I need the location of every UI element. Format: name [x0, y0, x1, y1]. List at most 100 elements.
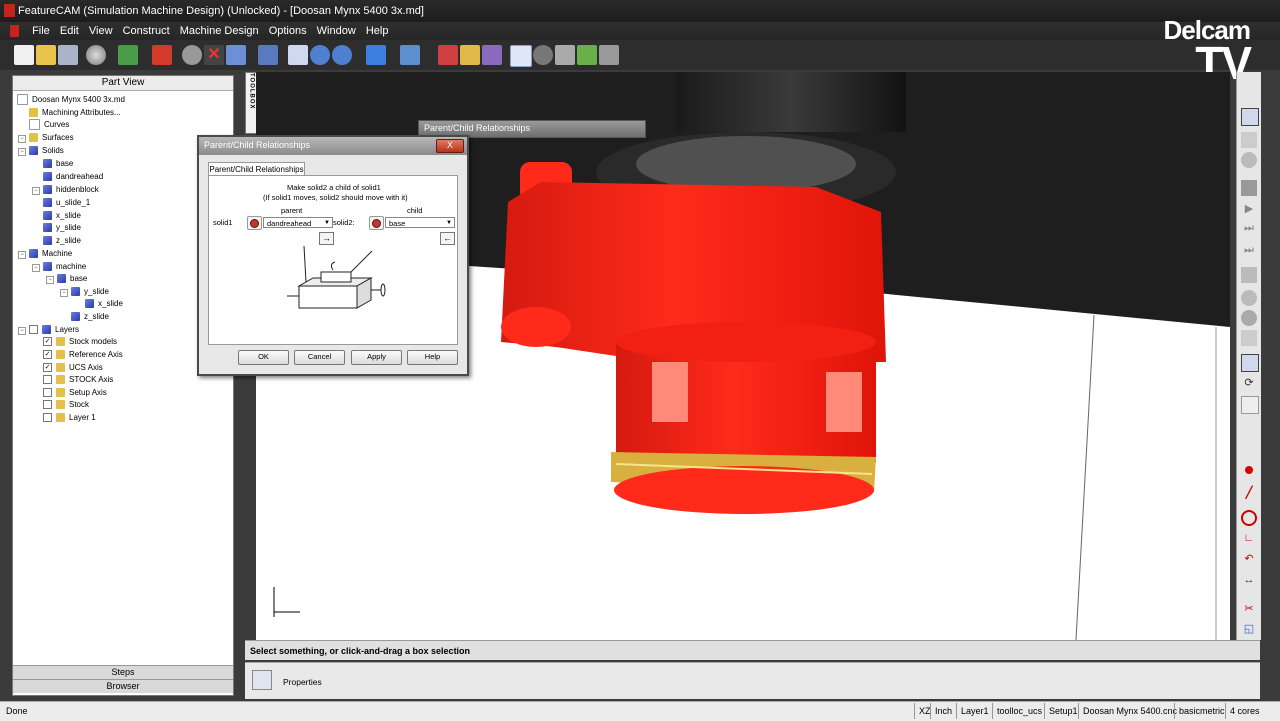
status-units[interactable]: Inch — [930, 703, 956, 719]
settings-icon[interactable] — [1241, 267, 1257, 283]
toolpath-icon[interactable] — [482, 45, 502, 65]
menu-construct[interactable]: Construct — [123, 25, 170, 37]
machine-icon[interactable] — [555, 45, 575, 65]
tree-item[interactable]: y_slide — [43, 222, 81, 234]
redo-icon[interactable] — [258, 45, 278, 65]
dimension-icon[interactable]: ↔ — [1241, 574, 1257, 590]
status-layer[interactable]: Layer1 — [956, 703, 993, 719]
tree-item[interactable]: z_slide — [71, 311, 109, 323]
arrow-right-icon[interactable]: → — [319, 232, 334, 245]
new-file-icon[interactable] — [14, 45, 34, 65]
arrow-left-icon[interactable]: ← — [440, 232, 455, 245]
menu-view[interactable]: View — [89, 25, 113, 37]
rotate-icon[interactable] — [533, 45, 553, 65]
play-icon[interactable]: ▶ — [1241, 202, 1257, 218]
circle-icon[interactable] — [1241, 510, 1257, 526]
rotate-view-icon[interactable] — [1241, 310, 1257, 326]
layer-visibility-checkbox[interactable]: ✓ — [43, 350, 52, 360]
tree-item[interactable]: − Layers — [18, 324, 79, 336]
tree-item[interactable]: − Solids — [18, 145, 64, 157]
trim-icon[interactable]: ✂ — [1241, 602, 1257, 618]
menu-machine-design[interactable]: Machine Design — [180, 25, 259, 37]
status-ucs[interactable]: toolloc_ucs — [992, 703, 1046, 719]
end-icon[interactable]: ⏭ — [1241, 244, 1257, 260]
solid1-dropdown[interactable]: dandreahead ▼ — [263, 217, 333, 228]
layer-visibility-checkbox[interactable] — [43, 400, 52, 410]
tree-item[interactable]: ✓ Stock models — [43, 336, 117, 348]
stock-icon[interactable] — [152, 45, 172, 65]
expand-toggle-icon[interactable]: − — [18, 327, 26, 335]
menu-edit[interactable]: Edit — [60, 25, 79, 37]
shade-icon[interactable] — [1241, 290, 1257, 306]
status-tooldb[interactable]: basicmetric — [1174, 703, 1229, 719]
tree-item[interactable]: Stock — [43, 399, 89, 411]
status-post[interactable]: Doosan Mynx 5400.cnc — [1078, 703, 1181, 719]
steps-tab[interactable]: Steps — [13, 665, 233, 679]
delete-icon[interactable]: ✕ — [204, 45, 224, 65]
point-icon[interactable] — [1245, 466, 1253, 474]
tree-item[interactable]: − Surfaces — [18, 132, 74, 144]
wizard-icon[interactable] — [118, 45, 138, 65]
tree-item[interactable]: − hiddenblock — [32, 184, 99, 196]
tree-item[interactable]: z_slide — [43, 235, 81, 247]
tree-item[interactable]: u_slide_1 — [43, 197, 90, 209]
tree-item[interactable]: dandreahead — [43, 171, 103, 183]
expand-toggle-icon[interactable]: − — [46, 276, 54, 284]
expand-toggle-icon[interactable]: − — [32, 187, 40, 195]
save-icon[interactable] — [58, 45, 78, 65]
simulate-icon[interactable] — [182, 45, 202, 65]
line-icon[interactable]: ╱ — [1241, 486, 1257, 502]
status-setup[interactable]: Setup1 — [1044, 703, 1082, 719]
view-front-icon[interactable] — [1241, 132, 1257, 148]
tree-item[interactable]: Doosan Mynx 5400 3x.md — [17, 94, 125, 106]
layer-visibility-checkbox[interactable]: ✓ — [43, 363, 52, 373]
view-iso-icon[interactable] — [1241, 152, 1257, 168]
dialog-title[interactable]: Parent/Child Relationships — [199, 137, 467, 155]
layer-visibility-checkbox[interactable] — [29, 325, 38, 335]
expand-toggle-icon[interactable]: − — [60, 289, 68, 297]
intersect-icon[interactable] — [400, 45, 420, 65]
ucs-icon[interactable] — [1241, 396, 1259, 414]
layer-visibility-checkbox[interactable]: ✓ — [43, 337, 52, 347]
expand-toggle-icon[interactable]: − — [18, 135, 26, 143]
tree-item[interactable]: x_slide — [43, 210, 81, 222]
menu-window[interactable]: Window — [317, 25, 356, 37]
snap-icon[interactable] — [366, 45, 386, 65]
corner-icon[interactable]: ∟ — [1241, 532, 1257, 548]
edit-icon[interactable] — [1241, 354, 1259, 372]
tree-item[interactable]: − y_slide — [60, 286, 109, 298]
browser-tab[interactable]: Browser — [13, 679, 233, 693]
settings-icon[interactable] — [599, 45, 619, 65]
tree-item[interactable]: x_slide — [85, 298, 123, 310]
apply-button[interactable]: Apply — [351, 350, 402, 365]
pick-solid1-button[interactable] — [247, 216, 262, 230]
open-folder-icon[interactable] — [36, 45, 56, 65]
view-icon[interactable] — [1241, 108, 1259, 126]
tree-item[interactable]: ✓ Reference Axis — [43, 349, 123, 361]
help-button[interactable]: Help — [407, 350, 458, 365]
menu-file[interactable]: File — [32, 25, 50, 37]
tree-item[interactable]: − machine — [32, 261, 86, 273]
menu-help[interactable]: Help — [366, 25, 389, 37]
move-icon[interactable] — [577, 45, 597, 65]
tree-item[interactable]: Layer 1 — [43, 412, 96, 424]
tree-item[interactable]: − base — [46, 273, 87, 285]
find-icon[interactable] — [288, 45, 308, 65]
offset-icon[interactable]: ◱ — [1241, 622, 1257, 638]
document-menu-icon[interactable] — [10, 25, 19, 37]
expand-toggle-icon[interactable]: − — [18, 251, 26, 259]
step-icon[interactable]: ⏭ — [1241, 222, 1257, 238]
pick-solid2-button[interactable] — [369, 216, 384, 230]
help-icon[interactable] — [332, 45, 352, 65]
tree-item[interactable]: base — [43, 158, 73, 170]
cancel-button[interactable]: Cancel — [294, 350, 345, 365]
tree-item[interactable]: ✓ UCS Axis — [43, 362, 103, 374]
layer-visibility-checkbox[interactable] — [43, 388, 52, 398]
geometry-icon[interactable] — [438, 45, 458, 65]
tree-item[interactable]: STOCK Axis — [43, 374, 113, 386]
render-icon[interactable] — [1241, 330, 1257, 346]
expand-toggle-icon[interactable]: − — [32, 264, 40, 272]
close-icon[interactable]: X — [436, 139, 464, 153]
layer-visibility-checkbox[interactable] — [43, 413, 52, 423]
tree-item[interactable]: Machining Attributes... — [29, 107, 121, 119]
